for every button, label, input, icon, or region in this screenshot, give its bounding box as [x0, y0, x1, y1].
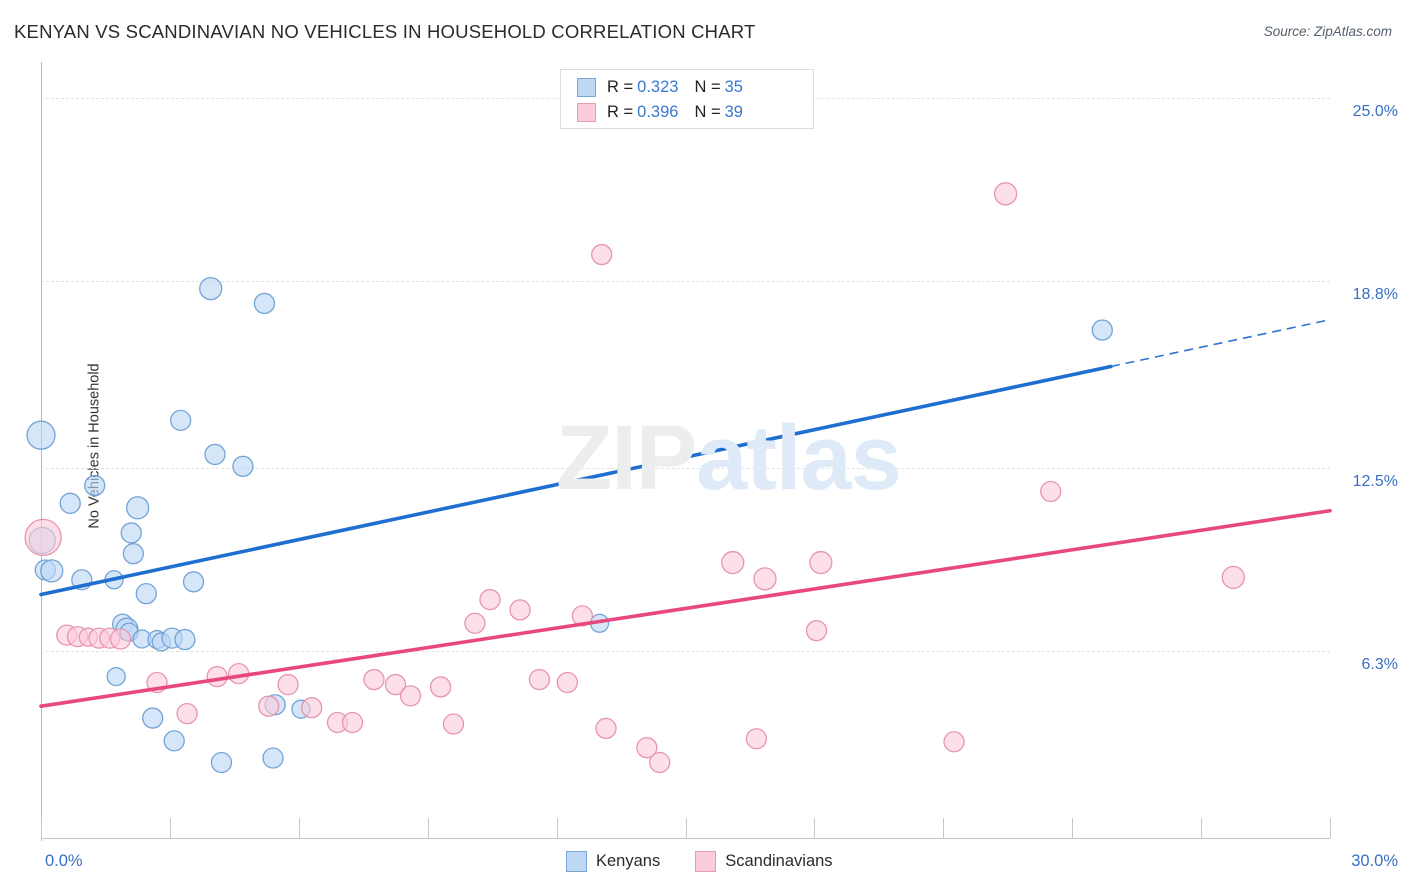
data-point[interactable] — [59, 492, 81, 514]
data-point[interactable] — [464, 612, 486, 634]
x-axis-tick — [1201, 818, 1203, 838]
data-point[interactable] — [210, 751, 233, 774]
n-label-scandinavians: N = — [694, 103, 721, 121]
n-value-kenyans: 35 — [724, 78, 743, 96]
data-point[interactable] — [135, 583, 157, 605]
n-label-kenyans: N = — [694, 78, 721, 96]
x-axis-min-label: 0.0% — [45, 852, 83, 870]
y-tick-label-12.5%: 12.5% — [1352, 472, 1398, 490]
data-point[interactable] — [176, 702, 198, 725]
data-point[interactable] — [126, 496, 150, 520]
x-axis-tick — [814, 818, 816, 838]
data-point[interactable] — [479, 588, 501, 611]
data-point[interactable] — [363, 668, 385, 691]
x-axis-tick — [1330, 818, 1331, 838]
data-point[interactable] — [84, 474, 106, 497]
x-axis-max-label: 30.0% — [1351, 852, 1398, 870]
data-point[interactable] — [120, 522, 142, 544]
data-point[interactable] — [142, 707, 164, 729]
series-swatch-kenyans-icon — [566, 851, 587, 872]
series-points-kenyans — [26, 276, 1113, 774]
data-point[interactable] — [591, 243, 613, 266]
trend-line-kenyans — [39, 364, 1113, 597]
r-label-scandinavians: R = — [607, 103, 634, 121]
data-point[interactable] — [1221, 565, 1245, 590]
r-value-kenyans: 0.323 — [637, 78, 679, 96]
x-axis-tick — [556, 818, 558, 838]
data-point[interactable] — [429, 676, 452, 698]
trend-line-kenyans-projection — [1110, 318, 1331, 368]
data-point[interactable] — [253, 292, 276, 315]
data-point[interactable] — [399, 685, 422, 707]
r-label-kenyans: R = — [607, 78, 634, 96]
trend-line-scandinavians — [39, 508, 1332, 709]
series-legend-item-kenyans[interactable]: Kenyans — [566, 851, 660, 872]
data-point[interactable] — [805, 620, 828, 642]
data-point[interactable] — [199, 276, 223, 301]
data-point[interactable] — [301, 697, 323, 719]
page-title: KENYAN VS SCANDINAVIAN NO VEHICLES IN HO… — [14, 21, 756, 42]
scatter-canvas — [24, 182, 1332, 774]
x-axis-tick — [1072, 818, 1074, 838]
data-point[interactable] — [1040, 480, 1062, 503]
plot-area — [24, 65, 1332, 838]
data-point[interactable] — [993, 182, 1018, 206]
n-value-scandinavians: 39 — [724, 103, 743, 121]
series-label-scandinavians: Scandinavians — [725, 852, 833, 870]
correlation-row-scandinavians: R = 0.396 N = 39 — [577, 100, 813, 125]
data-point[interactable] — [109, 628, 132, 650]
series-legend: Kenyans Scandinavians — [566, 851, 868, 872]
legend-swatch-scandinavians-icon — [577, 103, 596, 122]
y-tick-label-18.8%: 18.8% — [1352, 286, 1398, 304]
data-point[interactable] — [26, 420, 56, 450]
data-point[interactable] — [174, 628, 196, 651]
series-points-scandinavians — [24, 182, 1245, 774]
data-point[interactable] — [206, 665, 228, 688]
legend-swatch-kenyans-icon — [577, 78, 596, 97]
x-axis-tick — [943, 818, 945, 838]
data-point[interactable] — [262, 747, 284, 769]
x-axis-tick — [41, 818, 42, 838]
series-legend-item-scandinavians[interactable]: Scandinavians — [695, 851, 833, 872]
x-axis-tick — [169, 818, 171, 838]
data-point[interactable] — [442, 713, 465, 735]
data-point[interactable] — [649, 751, 671, 774]
correlation-legend: R = 0.323 N = 35 R = 0.396 N = 39 — [560, 69, 814, 129]
data-point[interactable] — [595, 717, 617, 740]
data-point[interactable] — [163, 730, 185, 752]
y-tick-label-25.0%: 25.0% — [1352, 102, 1398, 120]
data-point[interactable] — [277, 673, 299, 696]
data-point[interactable] — [809, 550, 833, 575]
data-point[interactable] — [721, 550, 745, 575]
data-point[interactable] — [943, 731, 965, 753]
series-label-kenyans: Kenyans — [596, 852, 661, 870]
correlation-row-kenyans: R = 0.323 N = 35 — [577, 75, 813, 100]
x-axis-tick — [298, 818, 300, 838]
x-axis-tick — [427, 818, 429, 838]
data-point[interactable] — [106, 666, 126, 687]
data-point[interactable] — [1091, 319, 1113, 341]
y-tick-label-6.3%: 6.3% — [1361, 656, 1398, 674]
series-swatch-scandinavians-icon — [695, 851, 717, 872]
data-point[interactable] — [341, 711, 364, 734]
data-point[interactable] — [122, 543, 145, 565]
data-point[interactable] — [258, 695, 280, 717]
source-label: Source: ZipAtlas.com — [1263, 24, 1392, 39]
data-point[interactable] — [40, 559, 64, 583]
data-point[interactable] — [556, 671, 578, 694]
data-point[interactable] — [204, 443, 226, 466]
r-value-scandinavians: 0.396 — [637, 103, 679, 121]
data-point[interactable] — [182, 571, 205, 593]
data-point[interactable] — [509, 599, 531, 621]
x-axis-line — [41, 838, 1330, 839]
data-point[interactable] — [24, 518, 62, 557]
data-point[interactable] — [528, 668, 551, 691]
data-point[interactable] — [232, 455, 254, 477]
data-point[interactable] — [745, 728, 768, 750]
data-point[interactable] — [169, 409, 192, 432]
data-point[interactable] — [753, 567, 777, 591]
x-axis-tick — [685, 818, 687, 838]
